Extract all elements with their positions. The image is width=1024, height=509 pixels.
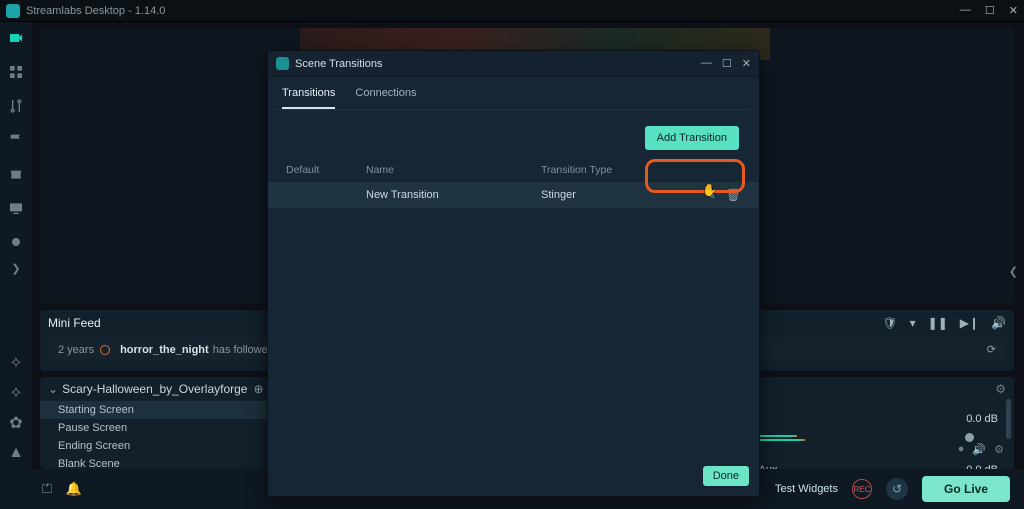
col-default: Default bbox=[286, 164, 366, 176]
mute-icon[interactable]: 🔊 bbox=[972, 443, 986, 456]
tune-icon[interactable] bbox=[8, 98, 24, 114]
tab-transitions[interactable]: Transitions bbox=[282, 87, 335, 109]
event-age: 2 years bbox=[58, 344, 94, 356]
mixer-gear-icon[interactable]: ⚙ bbox=[994, 443, 1004, 456]
event-user: horror_the_night bbox=[120, 344, 209, 356]
record-button[interactable]: REC bbox=[852, 479, 872, 499]
add-transition-button[interactable]: Add Transition bbox=[645, 126, 739, 150]
modal-close-icon[interactable]: ✕ bbox=[742, 57, 751, 70]
pause-icon[interactable]: ❚❚ bbox=[928, 316, 948, 330]
done-button[interactable]: Done bbox=[703, 466, 749, 486]
chevron-down-icon[interactable]: ⌄ bbox=[48, 382, 58, 396]
go-live-button[interactable]: Go Live bbox=[922, 476, 1010, 502]
replay-button[interactable]: ↺ bbox=[886, 478, 908, 500]
link-2-icon[interactable]: ✧ bbox=[8, 385, 24, 401]
mixer-row: Mic/Aux 0.0 dB bbox=[738, 456, 1004, 469]
window-titlebar: Streamlabs Desktop - 1.14.0 — ☐ ✕ bbox=[0, 0, 1024, 22]
nav-rail-bottom: ✧ ✧ ✿ ▲ bbox=[0, 347, 32, 469]
delete-icon[interactable]: 🗑 bbox=[726, 188, 741, 202]
settings-icon[interactable]: ✿ bbox=[8, 415, 24, 431]
rail-expand-icon[interactable]: ❯ bbox=[11, 262, 20, 275]
transition-name: New Transition bbox=[366, 189, 541, 201]
modal-minimize-icon[interactable]: — bbox=[701, 57, 712, 70]
transition-table-header: Default Name Transition Type bbox=[268, 158, 759, 182]
modal-maximize-icon[interactable]: ☐ bbox=[722, 57, 732, 70]
gear-icon[interactable]: ⚙ bbox=[995, 382, 1006, 396]
mixer-slider-handle-icon[interactable]: ● bbox=[958, 443, 965, 456]
alerts-icon[interactable] bbox=[8, 132, 24, 148]
add-scene-icon[interactable]: ⊕ bbox=[253, 382, 263, 396]
mixer-panel: ⚙ 0.0 dB ● 🔊 ⚙ Mic/Aux 0. bbox=[728, 377, 1014, 469]
follow-ring-icon bbox=[100, 345, 110, 355]
minifeed-title: Mini Feed bbox=[48, 316, 101, 330]
col-name: Name bbox=[366, 164, 541, 176]
refresh-icon[interactable]: ⟳ bbox=[987, 343, 996, 356]
transition-type: Stinger bbox=[541, 189, 671, 201]
mixer-db: 0.0 dB bbox=[966, 413, 998, 425]
modal-tabs: Transitions Connections bbox=[268, 77, 759, 109]
transition-row[interactable]: New Transition Stinger ✎ 🗑 bbox=[268, 182, 759, 208]
test-widgets-button[interactable]: Test Widgets bbox=[775, 483, 838, 495]
stats-icon[interactable]: ⏍ bbox=[42, 481, 52, 497]
audio-meter bbox=[738, 435, 1004, 441]
volume-icon[interactable]: 🔊 bbox=[991, 316, 1006, 330]
notifications-icon[interactable]: 🔔 bbox=[66, 481, 82, 497]
window-title: Streamlabs Desktop - 1.14.0 bbox=[26, 5, 165, 17]
profile-icon[interactable]: ▲ bbox=[8, 445, 24, 461]
filter-icon[interactable]: ▾ bbox=[910, 316, 916, 330]
link-1-icon[interactable]: ✧ bbox=[8, 355, 24, 371]
event-action: has followed bbox=[213, 344, 274, 356]
skip-icon[interactable]: ▶❙ bbox=[960, 316, 979, 330]
modal-titlebar: Scene Transitions — ☐ ✕ bbox=[268, 51, 759, 77]
editor-icon[interactable] bbox=[8, 30, 24, 46]
rightrail-collapse-icon[interactable]: ❮ bbox=[1009, 265, 1018, 278]
modal-title: Scene Transitions bbox=[295, 58, 382, 70]
record-icon[interactable] bbox=[8, 234, 24, 250]
scene-collection-name[interactable]: Scary-Halloween_by_Overlayforge bbox=[62, 382, 247, 396]
modal-logo-icon bbox=[276, 57, 289, 70]
app-logo-icon bbox=[6, 4, 20, 18]
mixer-row: 0.0 dB bbox=[738, 405, 1004, 433]
col-type: Transition Type bbox=[541, 164, 671, 176]
dashboard-icon[interactable] bbox=[8, 64, 24, 80]
scene-transitions-modal: Scene Transitions — ☐ ✕ Transitions Conn… bbox=[267, 50, 760, 497]
window-close-icon[interactable]: ✕ bbox=[1009, 4, 1018, 17]
shield-icon[interactable]: 🛡 bbox=[882, 316, 897, 330]
store-icon[interactable] bbox=[8, 166, 24, 182]
cursor-icon: ✋ bbox=[702, 183, 717, 197]
window-maximize-icon[interactable]: ☐ bbox=[985, 4, 995, 17]
window-minimize-icon[interactable]: — bbox=[960, 4, 971, 17]
widgets-icon[interactable] bbox=[8, 200, 24, 216]
tab-connections[interactable]: Connections bbox=[355, 87, 416, 109]
mixer-scrollbar[interactable] bbox=[1006, 399, 1011, 467]
